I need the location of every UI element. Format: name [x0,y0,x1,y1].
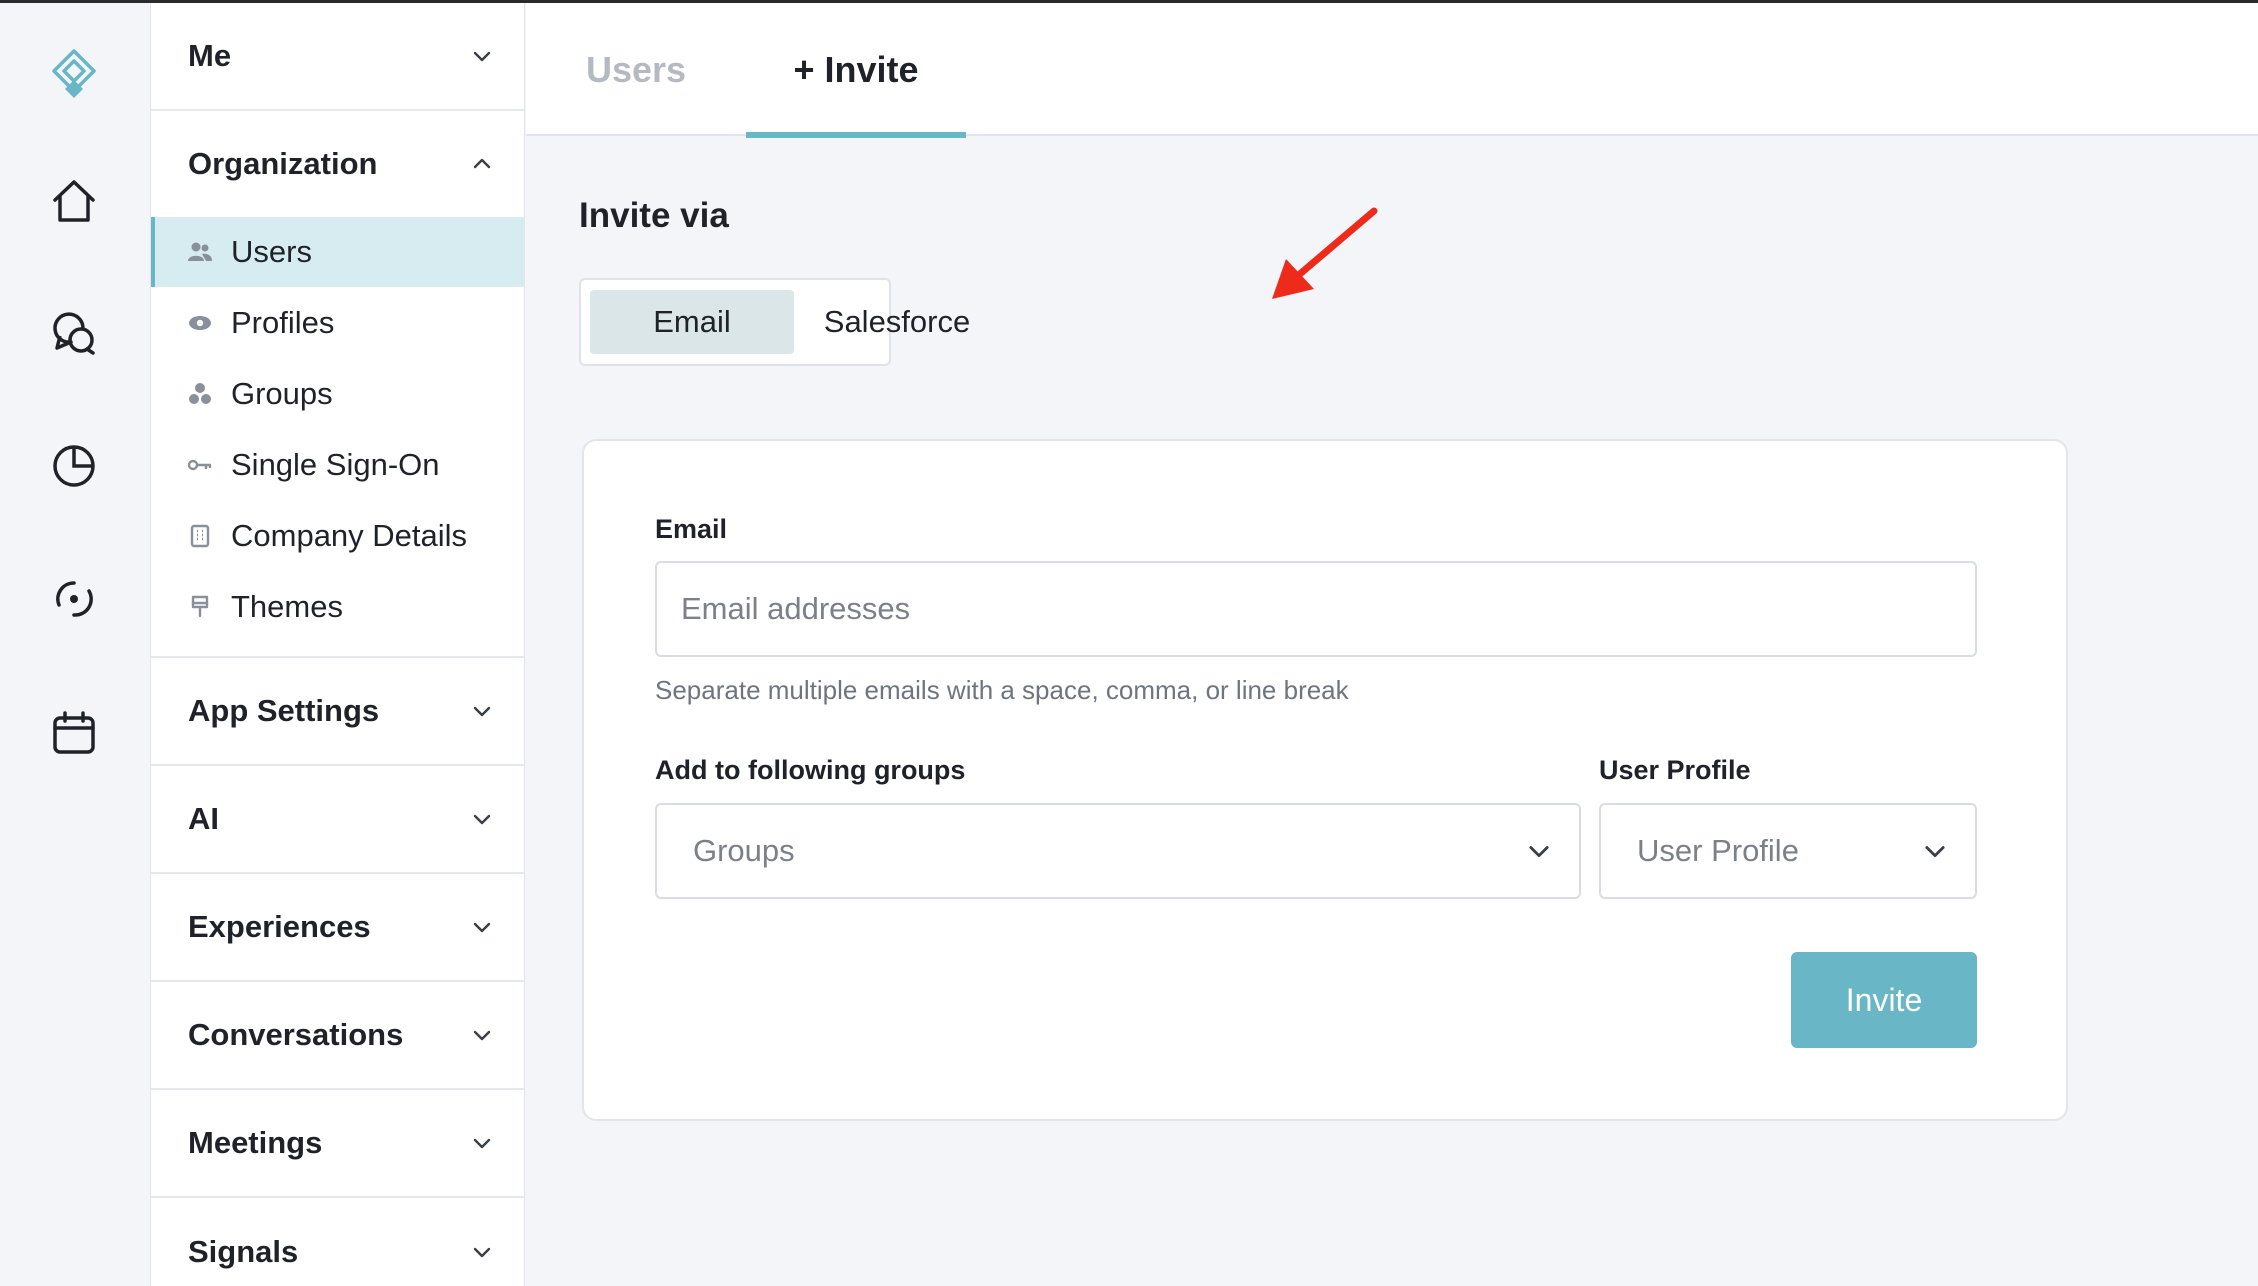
sidebar-item-label: Single Sign-On [231,446,440,482]
sidebar-item-themes[interactable]: Themes [151,571,524,642]
groups-icon [185,379,215,409]
sidebar-section-label: Conversations [188,1017,404,1052]
email-label: Email [655,514,728,544]
chevron-down-icon [473,922,491,933]
sidebar-section-label: Signals [188,1234,299,1269]
sidebar-section-meetings[interactable]: Meetings [151,1090,524,1198]
groups-select[interactable]: Groups [655,803,1581,899]
sidebar-section-experiences[interactable]: Experiences [151,874,524,982]
tab-bar: Users + Invite [526,3,2258,138]
sidebar-item-profiles[interactable]: Profiles [151,287,524,358]
sidebar-section-ai[interactable]: AI [151,766,524,874]
invite-submit-button[interactable]: Invite [1791,952,1977,1048]
invite-method-toggle: Email Salesforce [579,278,970,366]
icon-rail [0,3,151,1286]
sidebar-item-single-sign-on[interactable]: Single Sign-On [151,429,524,500]
sidebar-section-label: Me [188,38,232,73]
sidebar-section-label: Meetings [188,1125,323,1160]
tab-invite-label: + Invite [793,48,919,90]
home-icon[interactable] [44,171,104,231]
building-icon [185,521,215,551]
paintbrush-icon [185,592,215,622]
sidebar-item-users[interactable]: Users [151,217,524,287]
calendar-icon[interactable] [44,703,104,763]
tab-users[interactable]: Users [586,3,686,136]
settings-sidebar: Me Organization Users Profiles Groups Si… [151,3,525,1286]
chevron-down-icon [473,814,491,825]
chevron-down-icon [473,1138,491,1149]
sidebar-item-label: Profiles [231,304,335,340]
organization-submenu: Users Profiles Groups Single Sign-On Com… [151,217,524,656]
sidebar-section-organization: Organization Users Profiles Groups Singl… [151,111,524,658]
sidebar-section-label: Organization [188,146,378,181]
sidebar-item-company-details[interactable]: Company Details [151,500,524,571]
tab-invite[interactable]: + Invite [746,3,966,138]
sidebar-section-conversations[interactable]: Conversations [151,982,524,1090]
email-input[interactable] [655,561,1977,657]
chat-icon[interactable] [44,303,104,363]
sidebar-item-label: Themes [231,588,343,624]
invite-method-email-button[interactable]: Email [590,290,794,354]
signal-icon[interactable] [44,568,104,628]
chevron-down-icon [473,1247,491,1258]
sidebar-section-label: App Settings [188,693,380,728]
sidebar-item-label: Users [231,234,312,269]
chevron-down-icon [473,706,491,717]
sidebar-section-signals[interactable]: Signals [151,1198,524,1286]
sidebar-item-label: Company Details [231,517,468,553]
sidebar-item-groups[interactable]: Groups [151,358,524,429]
email-help-text: Separate multiple emails with a space, c… [655,675,1349,705]
chevron-down-icon [1529,846,1549,858]
invite-via-heading: Invite via [579,196,729,235]
chevron-down-icon [473,51,491,62]
logo-icon[interactable] [44,43,104,103]
sidebar-section-label: Experiences [188,909,371,944]
sidebar-item-label: Groups [231,375,333,411]
chevron-down-icon [473,1030,491,1041]
sidebar-section-me[interactable]: Me [151,3,524,111]
active-tab-indicator [746,132,966,138]
chevron-up-icon [473,158,491,169]
sidebar-section-organization-header[interactable]: Organization [151,111,524,217]
user-profile-label: User Profile [1599,755,1751,785]
sidebar-section-label: AI [188,801,219,836]
pie-chart-icon[interactable] [44,435,104,495]
user-profile-select-value: User Profile [1637,833,1799,868]
key-icon [185,450,215,480]
groups-label: Add to following groups [655,755,966,785]
chevron-down-icon [1925,846,1945,858]
user-profile-select[interactable]: User Profile [1599,803,1977,899]
groups-select-value: Groups [693,833,795,868]
invite-form-card: Email Separate multiple emails with a sp… [582,439,2068,1121]
eye-icon [185,308,215,338]
main-content: Users + Invite Invite via Email Salesfor… [526,3,2258,1286]
invite-method-salesforce-button[interactable]: Salesforce [794,290,1000,354]
red-arrow-annotation [1272,207,1378,299]
sidebar-section-app-settings[interactable]: App Settings [151,658,524,766]
users-icon [185,237,215,267]
